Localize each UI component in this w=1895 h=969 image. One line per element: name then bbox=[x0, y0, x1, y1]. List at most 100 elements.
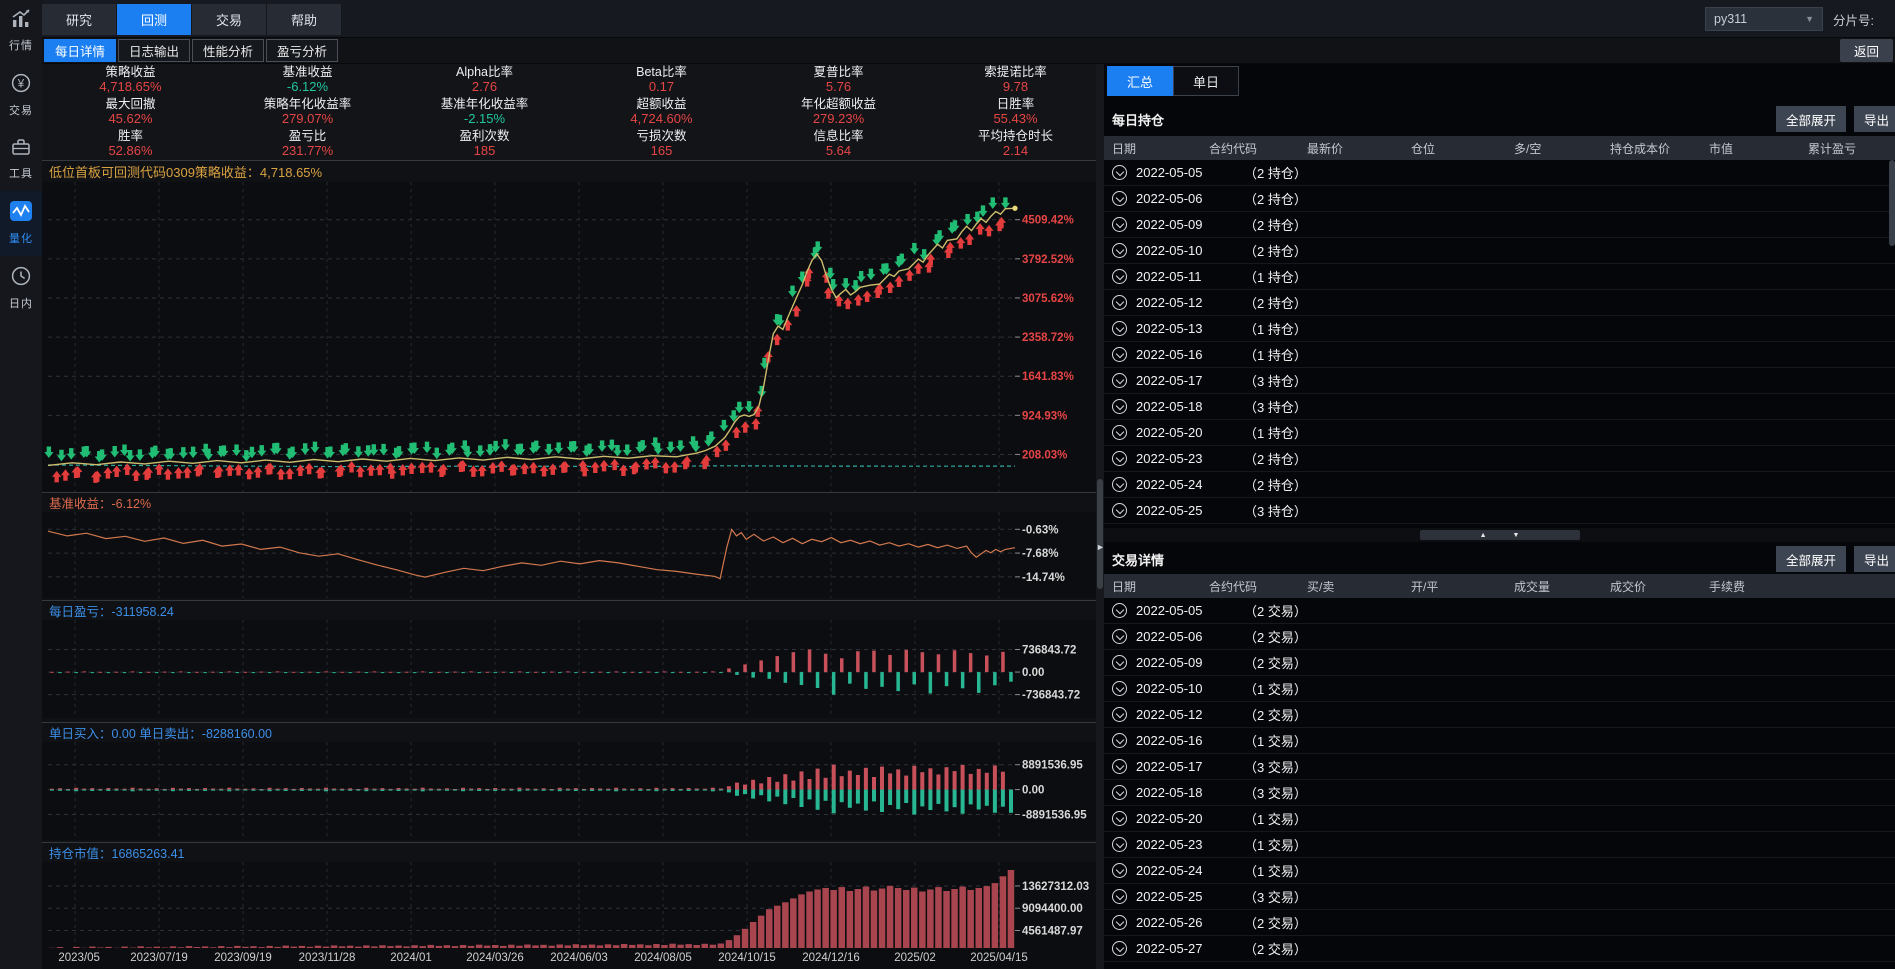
holding-row[interactable]: 2022-05-18（3 持仓） bbox=[1104, 394, 1895, 420]
holding-row[interactable]: 2022-05-09（2 持仓） bbox=[1104, 212, 1895, 238]
chevron-down-circle-icon[interactable] bbox=[1112, 295, 1127, 310]
holding-row[interactable]: 2022-05-17（3 持仓） bbox=[1104, 368, 1895, 394]
section-splitter[interactable]: ▲ ▼ bbox=[1104, 528, 1895, 542]
sidebar-item-工具[interactable]: 工具 bbox=[0, 128, 42, 191]
trade-row[interactable]: 2022-05-17（3 交易） bbox=[1104, 754, 1895, 780]
scrollbar-thumb[interactable] bbox=[1097, 479, 1103, 589]
python-env-select[interactable]: py311 ▼ bbox=[1705, 7, 1823, 31]
trade-row[interactable]: 2022-05-25（3 交易） bbox=[1104, 884, 1895, 910]
menu-tab-帮助[interactable]: 帮助 bbox=[267, 4, 342, 35]
chevron-down-circle-icon[interactable] bbox=[1112, 915, 1127, 930]
holding-row[interactable]: 2022-05-11（1 持仓） bbox=[1104, 264, 1895, 290]
menu-tab-研究[interactable]: 研究 bbox=[42, 4, 117, 35]
chevron-down-circle-icon[interactable] bbox=[1112, 191, 1127, 206]
holding-row[interactable]: 2022-05-13（1 持仓） bbox=[1104, 316, 1895, 342]
holding-row[interactable]: 2022-05-06（2 持仓） bbox=[1104, 186, 1895, 212]
chevron-down-circle-icon[interactable] bbox=[1112, 785, 1127, 800]
menu-tab-回测[interactable]: 回测 bbox=[117, 4, 192, 35]
chevron-down-circle-icon[interactable] bbox=[1112, 889, 1127, 904]
chevron-down-circle-icon[interactable] bbox=[1112, 733, 1127, 748]
position-value-chart[interactable]: 13627312.039094400.004561487.97 bbox=[42, 862, 1104, 948]
trades-export-button[interactable]: 导出 bbox=[1854, 546, 1895, 572]
trade-row[interactable]: 2022-05-05（2 交易） bbox=[1104, 598, 1895, 624]
scroll-down-icon[interactable]: ▼ bbox=[1513, 532, 1520, 539]
trade-row[interactable]: 2022-05-16（1 交易） bbox=[1104, 728, 1895, 754]
summary-tab-单日[interactable]: 单日 bbox=[1173, 66, 1239, 96]
chevron-down-circle-icon[interactable] bbox=[1112, 863, 1127, 878]
panel-splitter[interactable]: ► bbox=[1096, 64, 1104, 969]
chevron-down-circle-icon[interactable] bbox=[1112, 707, 1127, 722]
stat-value: 279.07% bbox=[282, 112, 333, 127]
daily-pnl-chart[interactable]: 736843.720.00-736843.72 bbox=[42, 620, 1104, 718]
trade-row[interactable]: 2022-05-24（1 交易） bbox=[1104, 858, 1895, 884]
trade-row[interactable]: 2022-05-18（3 交易） bbox=[1104, 780, 1895, 806]
holding-row[interactable]: 2022-05-25（3 持仓） bbox=[1104, 498, 1895, 524]
chevron-down-circle-icon[interactable] bbox=[1112, 269, 1127, 284]
strategy-equity-chart[interactable]: 4509.42%3792.52%3075.62%2358.72%1641.83%… bbox=[42, 182, 1104, 492]
holding-row[interactable]: 2022-05-24（2 持仓） bbox=[1104, 472, 1895, 498]
svg-text:3075.62%: 3075.62% bbox=[1022, 293, 1074, 305]
trade-row[interactable]: 2022-05-20（1 交易） bbox=[1104, 806, 1895, 832]
row-count: （3 持仓） bbox=[1244, 371, 1307, 390]
stat-cell: 超额收益4,724.60% bbox=[573, 96, 750, 128]
chevron-down-circle-icon[interactable] bbox=[1112, 425, 1127, 440]
right-scrollbar-thumb[interactable] bbox=[1889, 160, 1895, 246]
holding-row[interactable]: 2022-05-12（2 持仓） bbox=[1104, 290, 1895, 316]
chevron-down-circle-icon[interactable] bbox=[1112, 681, 1127, 696]
trade-row[interactable]: 2022-05-12（2 交易） bbox=[1104, 702, 1895, 728]
detail-tab-每日详情[interactable]: 每日详情 bbox=[44, 39, 116, 62]
trade-row[interactable]: 2022-05-23（1 交易） bbox=[1104, 832, 1895, 858]
chevron-down-circle-icon[interactable] bbox=[1112, 759, 1127, 774]
column-header: 市值 bbox=[1701, 140, 1800, 157]
quant-wave-icon bbox=[9, 200, 33, 227]
detail-tab-盈亏分析[interactable]: 盈亏分析 bbox=[266, 39, 338, 62]
benchmark-return-chart[interactable]: -0.63%-7.68%-14.74% bbox=[42, 512, 1104, 598]
back-button[interactable]: 返回 bbox=[1840, 39, 1893, 62]
scroll-up-icon[interactable]: ▲ bbox=[1480, 532, 1487, 539]
trade-row[interactable]: 2022-05-10（1 交易） bbox=[1104, 676, 1895, 702]
chevron-down-circle-icon[interactable] bbox=[1112, 837, 1127, 852]
chevron-down-circle-icon[interactable] bbox=[1112, 321, 1127, 336]
chevron-down-circle-icon[interactable] bbox=[1112, 941, 1127, 956]
stat-value: 52.86% bbox=[108, 144, 152, 159]
chevron-down-circle-icon[interactable] bbox=[1112, 165, 1127, 180]
trade-row[interactable]: 2022-05-26（2 交易） bbox=[1104, 910, 1895, 936]
trades-expand-all-button[interactable]: 全部展开 bbox=[1776, 546, 1846, 572]
chevron-down-circle-icon[interactable] bbox=[1112, 629, 1127, 644]
chevron-down-circle-icon[interactable] bbox=[1112, 373, 1127, 388]
chevron-down-circle-icon[interactable] bbox=[1112, 217, 1127, 232]
sidebar-item-日内[interactable]: 日内 bbox=[0, 256, 42, 321]
holding-row[interactable]: 2022-05-10（2 持仓） bbox=[1104, 238, 1895, 264]
detail-tab-性能分析[interactable]: 性能分析 bbox=[192, 39, 264, 62]
summary-tab-汇总[interactable]: 汇总 bbox=[1107, 66, 1173, 96]
menu-tab-交易[interactable]: 交易 bbox=[192, 4, 267, 35]
stat-label: 亏损次数 bbox=[636, 129, 686, 143]
chevron-down-circle-icon[interactable] bbox=[1112, 451, 1127, 466]
chevron-down-circle-icon[interactable] bbox=[1112, 399, 1127, 414]
trade-row[interactable]: 2022-05-27（2 交易） bbox=[1104, 936, 1895, 962]
chevron-down-circle-icon[interactable] bbox=[1112, 503, 1127, 518]
holding-row[interactable]: 2022-05-20（1 持仓） bbox=[1104, 420, 1895, 446]
stat-cell: 胜率52.86% bbox=[42, 128, 219, 160]
holding-row[interactable]: 2022-05-16（1 持仓） bbox=[1104, 342, 1895, 368]
holdings-expand-all-button[interactable]: 全部展开 bbox=[1776, 106, 1846, 132]
chevron-down-circle-icon[interactable] bbox=[1112, 603, 1127, 618]
svg-text:0.00: 0.00 bbox=[1022, 667, 1044, 679]
daily-turnover-chart[interactable]: 8891536.950.00-8891536.95 bbox=[42, 742, 1104, 840]
sidebar-item-行情[interactable]: 行情 bbox=[0, 0, 42, 63]
sidebar-item-量化[interactable]: 量化 bbox=[0, 191, 42, 256]
holdings-table-header: 日期合约代码最新价仓位多/空持仓成本价市值累计盈亏 bbox=[1104, 136, 1895, 160]
detail-tab-日志输出[interactable]: 日志输出 bbox=[118, 39, 190, 62]
chevron-down-circle-icon[interactable] bbox=[1112, 347, 1127, 362]
chevron-down-circle-icon[interactable] bbox=[1112, 477, 1127, 492]
holding-row[interactable]: 2022-05-23（2 持仓） bbox=[1104, 446, 1895, 472]
trade-row[interactable]: 2022-05-06（2 交易） bbox=[1104, 624, 1895, 650]
sidebar-item-交易[interactable]: ¥交易 bbox=[0, 63, 42, 128]
chevron-down-circle-icon[interactable] bbox=[1112, 243, 1127, 258]
holding-row[interactable]: 2022-05-05（2 持仓） bbox=[1104, 160, 1895, 186]
splitter-scrollbar[interactable]: ▲ ▼ bbox=[1420, 530, 1580, 540]
trade-row[interactable]: 2022-05-09（2 交易） bbox=[1104, 650, 1895, 676]
chevron-down-circle-icon[interactable] bbox=[1112, 655, 1127, 670]
holdings-export-button[interactable]: 导出 bbox=[1854, 106, 1895, 132]
chevron-down-circle-icon[interactable] bbox=[1112, 811, 1127, 826]
